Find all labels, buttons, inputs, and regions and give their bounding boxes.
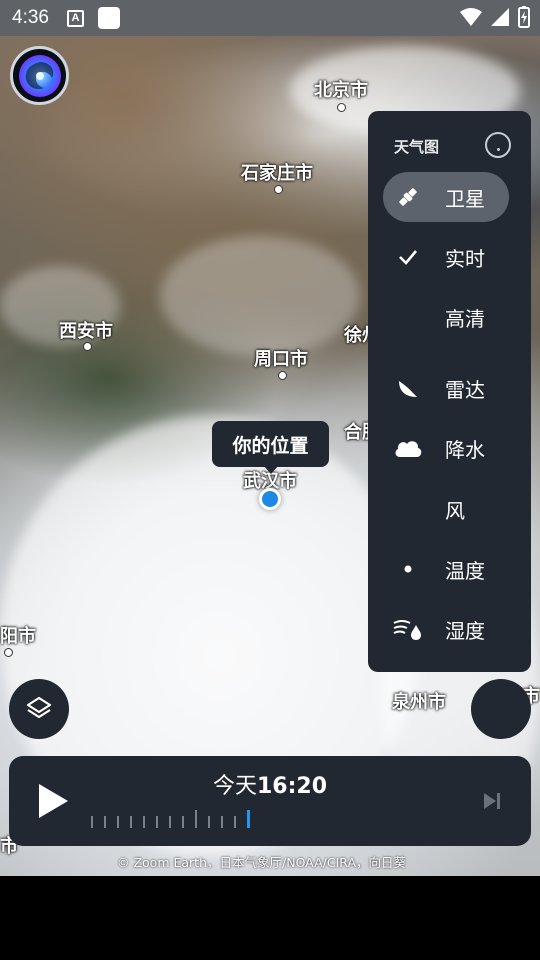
- timeline-tick: [130, 816, 132, 828]
- dot-icon: [383, 564, 433, 574]
- status-icons: [460, 6, 530, 28]
- timeline-scrubber[interactable]: [91, 808, 250, 828]
- layer-item-temperature[interactable]: 温度: [383, 544, 509, 594]
- timeline-tick: [234, 816, 236, 828]
- city-dot: [278, 371, 287, 380]
- check-icon: [383, 246, 433, 268]
- timeline-time-label: 今天16:20: [9, 768, 531, 800]
- layer-item-humidity[interactable]: 湿度: [383, 604, 509, 654]
- info-icon[interactable]: [485, 132, 511, 158]
- timeline-tick: [143, 816, 145, 828]
- timeline-tick: [117, 816, 119, 828]
- satellite-icon: [383, 184, 433, 210]
- weather-layers-panel: 天气图 卫星 实时 高清 雷达 降水 风 温度 湿度: [368, 111, 531, 672]
- locate-button[interactable]: [471, 679, 531, 739]
- timeline-tick: [221, 816, 223, 828]
- layers-icon: [26, 696, 52, 719]
- hurricane-logo-icon: [18, 54, 61, 97]
- layer-item-realtime[interactable]: 实时: [383, 232, 509, 282]
- app-screen: { "status_bar": { "time": "4:36", "a_ico…: [0, 0, 540, 960]
- cloud-icon: [383, 437, 433, 459]
- timeline-tick: [169, 816, 171, 828]
- timeline-tick: [208, 816, 210, 828]
- status-time: 4:36: [12, 7, 49, 28]
- skip-to-latest-icon[interactable]: [482, 791, 502, 811]
- layer-label: 实时: [445, 246, 485, 271]
- battery-icon: [518, 6, 530, 28]
- humidity-icon: [383, 617, 433, 641]
- timeline-tick: [91, 816, 93, 828]
- zoom-earth-logo-button[interactable]: [10, 46, 69, 105]
- layer-item-wind[interactable]: 风: [383, 484, 509, 534]
- status-bar: 4:36 A: [0, 0, 540, 36]
- tooltip-tail: [263, 465, 279, 474]
- layer-label: 湿度: [445, 618, 485, 643]
- layer-item-radar[interactable]: 雷达: [383, 363, 509, 413]
- cloud-haze: [160, 236, 360, 356]
- signal-icon: [491, 8, 509, 26]
- layer-label: 高清: [445, 306, 485, 331]
- timeline-tick: [104, 816, 106, 828]
- timeline-day: 今天: [212, 774, 257, 799]
- timeline-tick: [156, 816, 158, 828]
- layer-label: 风: [445, 498, 465, 523]
- layer-item-satellite[interactable]: 卫星: [383, 172, 509, 222]
- city-label[interactable]: 周口市: [254, 345, 308, 371]
- wifi-icon: [460, 8, 482, 26]
- layer-label: 温度: [445, 558, 485, 583]
- city-dot: [83, 342, 92, 351]
- map-attribution[interactable]: © Zoom Earth，日本气象厅/NOAA/CIRA，向日葵: [117, 852, 406, 871]
- city-label[interactable]: 西安市: [59, 317, 113, 343]
- navigation-bar-area: [0, 876, 540, 960]
- your-location-tooltip[interactable]: 你的位置: [212, 421, 329, 467]
- layer-item-precipitation[interactable]: 降水: [383, 423, 509, 473]
- timeline-panel: 今天16:20: [9, 756, 531, 846]
- layer-label: 卫星: [445, 186, 485, 211]
- city-dot: [337, 103, 346, 112]
- city-dot: [4, 648, 13, 657]
- city-label[interactable]: 泉州市: [392, 688, 446, 714]
- layer-item-hd[interactable]: 高清: [383, 292, 509, 342]
- city-label[interactable]: 石家庄市: [241, 159, 313, 185]
- timeline-time: 16:20: [256, 774, 328, 799]
- city-dot: [274, 185, 283, 194]
- timeline-tick: [182, 816, 184, 828]
- city-label[interactable]: 北京市: [314, 76, 368, 102]
- map-layers-button[interactable]: [9, 679, 69, 739]
- a-icon: A: [66, 9, 84, 27]
- layer-label: 雷达: [445, 377, 485, 402]
- timeline-current-marker[interactable]: [247, 810, 250, 828]
- notification-square-icon: [97, 7, 120, 29]
- radar-icon: [383, 375, 433, 401]
- timeline-tick: [195, 810, 197, 828]
- current-location-dot[interactable]: [259, 488, 281, 510]
- panel-title: 天气图: [394, 138, 440, 156]
- city-label[interactable]: 阳市: [0, 622, 36, 648]
- layer-label: 降水: [445, 437, 485, 462]
